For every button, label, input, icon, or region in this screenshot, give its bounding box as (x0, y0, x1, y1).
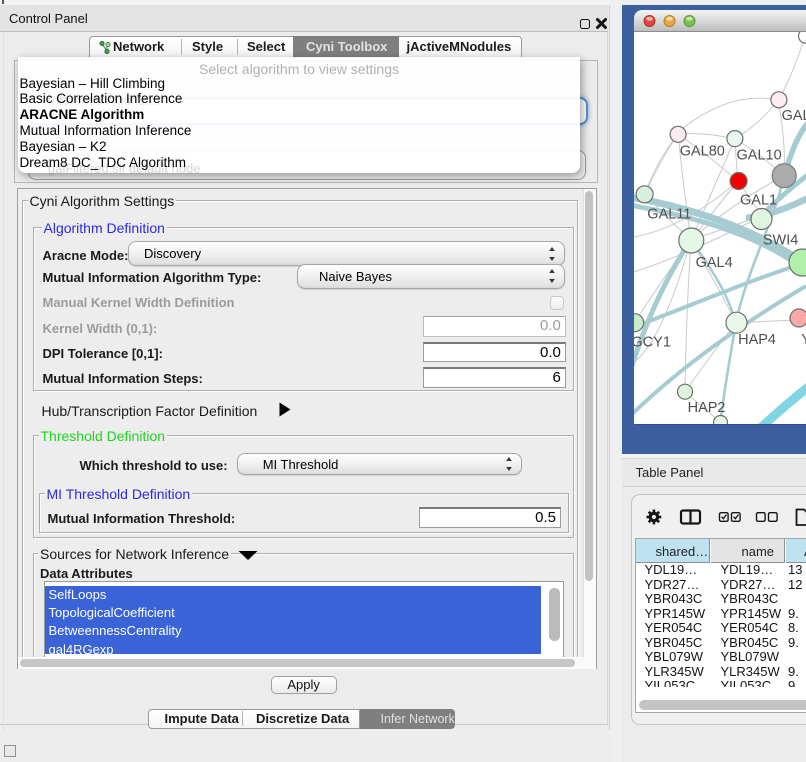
svg-text:GAL4: GAL4 (696, 255, 733, 271)
svg-text:GAL: GAL (782, 108, 806, 124)
svg-text:GAL80: GAL80 (680, 143, 725, 159)
svg-text:SWI4: SWI4 (763, 232, 798, 248)
svg-text:GCY1: GCY1 (634, 334, 671, 350)
svg-text:HAP2: HAP2 (688, 399, 726, 415)
svg-text:GAL10: GAL10 (737, 147, 782, 163)
svg-text:HAP4: HAP4 (738, 332, 776, 348)
svg-text:GAL1: GAL1 (740, 192, 777, 208)
svg-text:GAL11: GAL11 (647, 206, 691, 222)
svg-text:Y: Y (801, 332, 806, 348)
